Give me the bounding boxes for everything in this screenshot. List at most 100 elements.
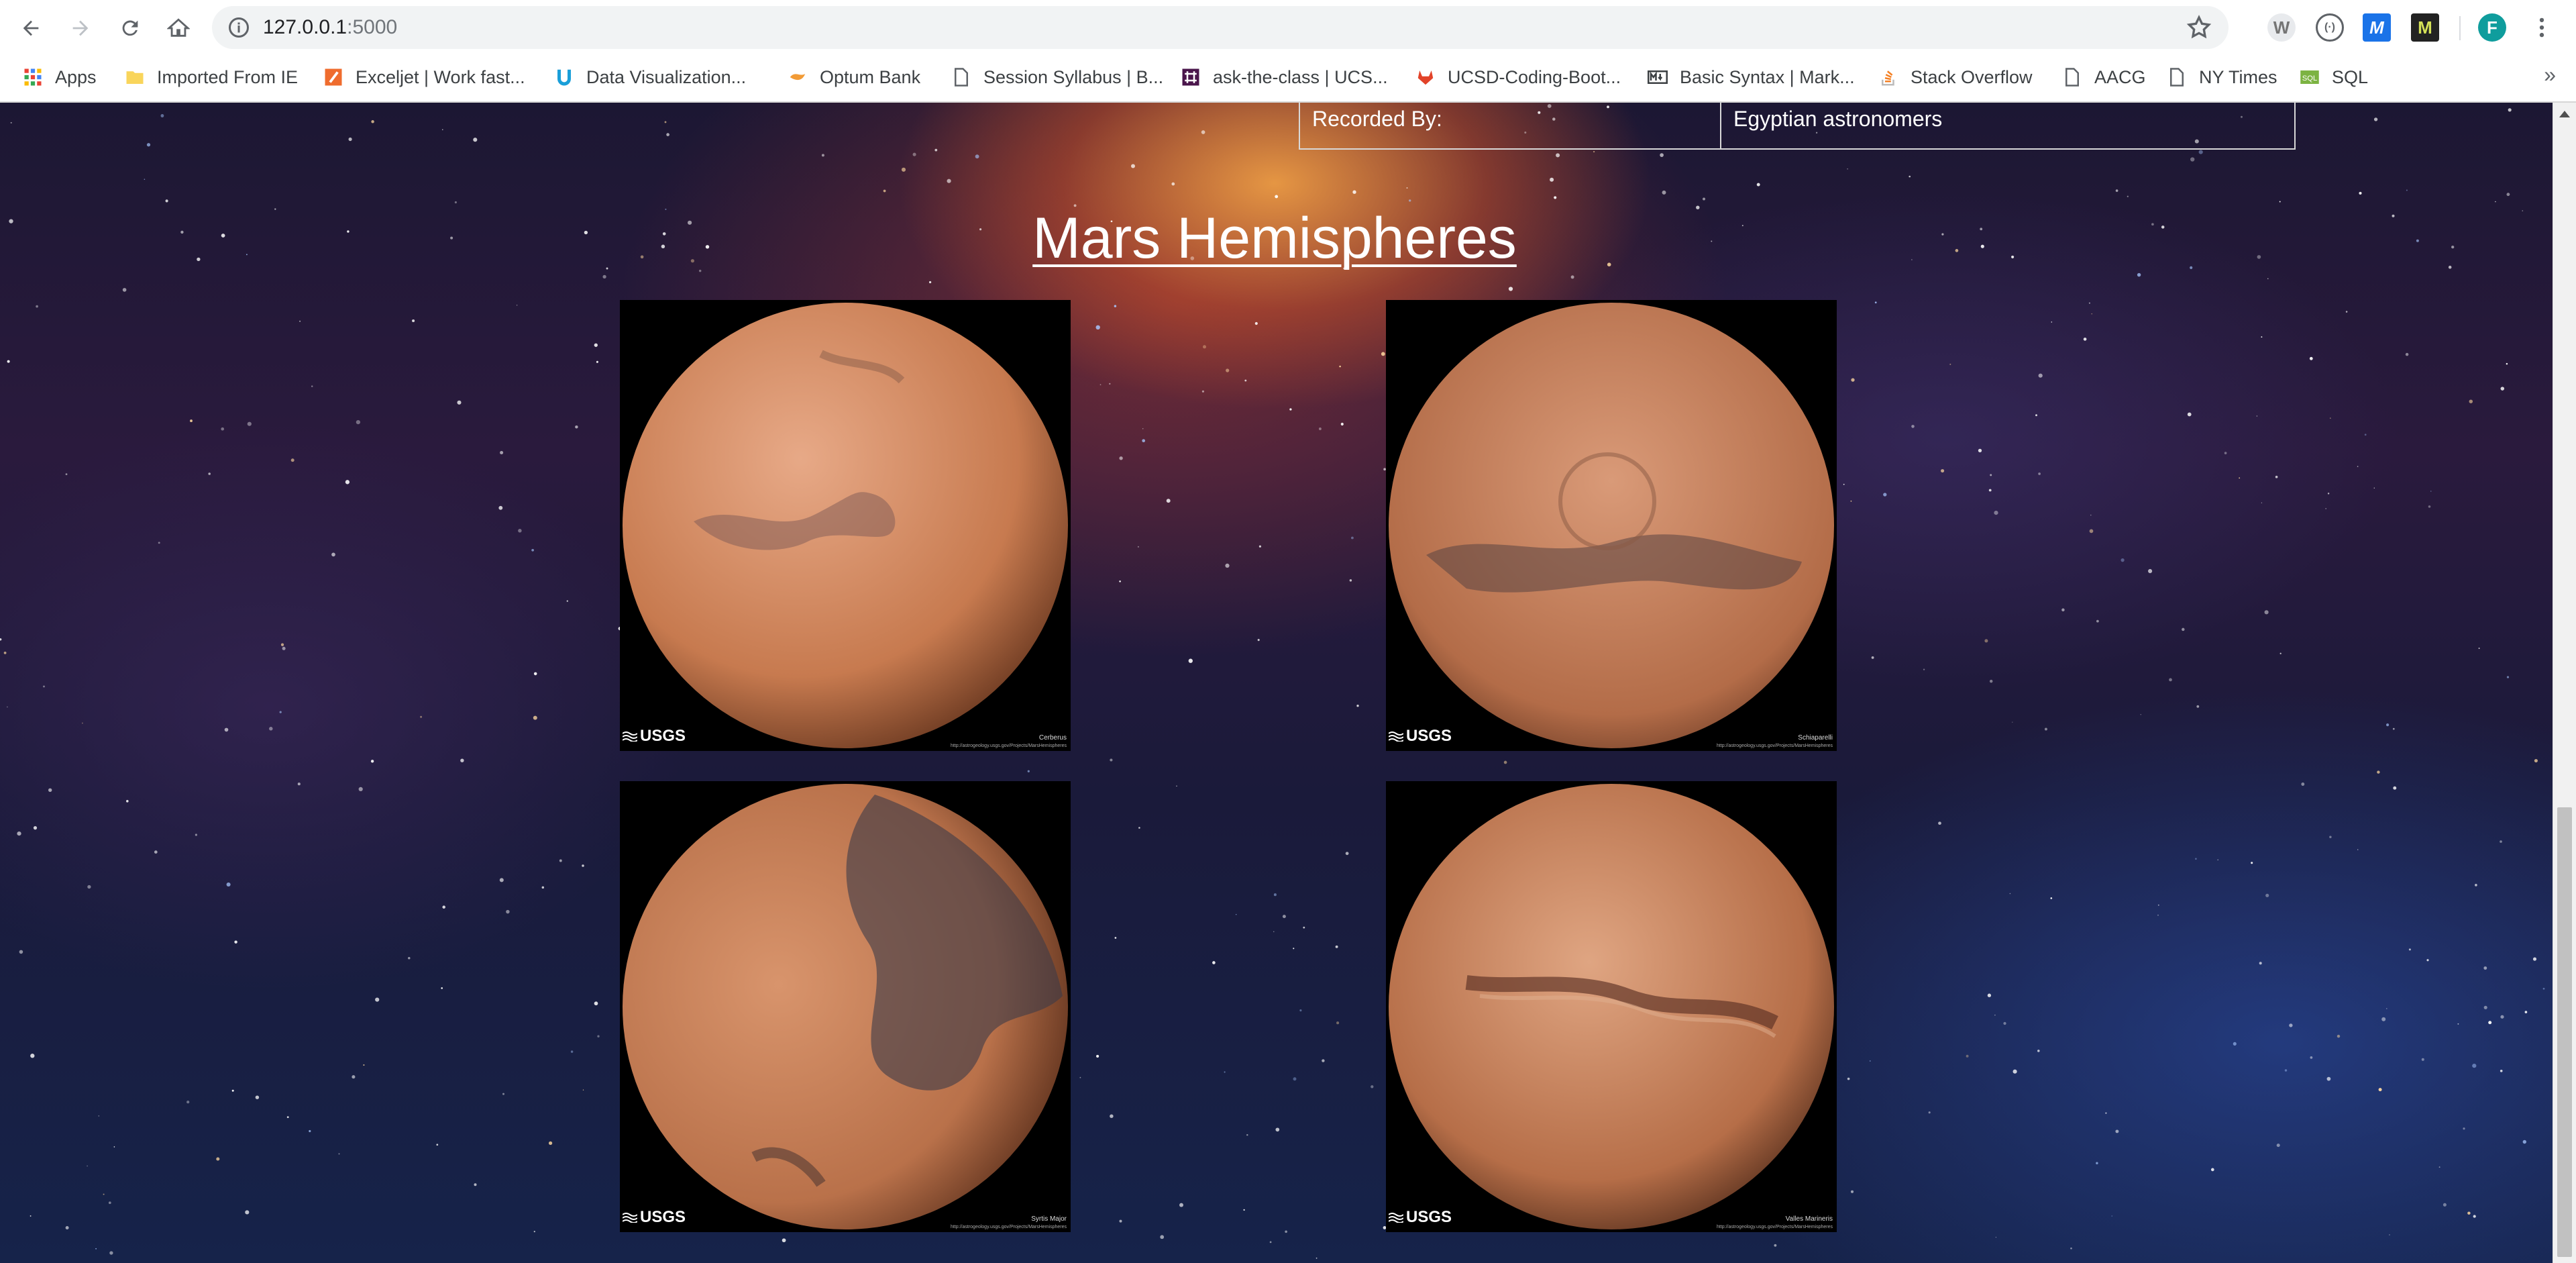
more-bookmarks-button[interactable]: » [2544,62,2556,87]
star [338,1153,340,1155]
hemisphere-card-cerberus[interactable]: USGS Cerberus http://astrogeology.usgs.g… [620,300,1071,751]
star [1137,546,1139,548]
star [1273,931,1275,932]
url-text[interactable]: 127.0.0.1:5000 [263,15,397,40]
star [2088,302,2090,304]
extension-w-icon[interactable]: W [2267,13,2296,42]
star [498,505,503,510]
star [2326,1076,2331,1081]
star [103,1193,105,1195]
star [2233,1042,2237,1046]
address-bar[interactable]: 127.0.0.1:5000 [212,6,2229,49]
star [2289,1023,2293,1027]
star [1949,363,1951,365]
star [1138,827,1140,829]
extension-m-yellow-icon[interactable]: M [2411,13,2439,42]
back-button[interactable] [13,11,48,46]
star [375,997,380,1002]
bookmark-basic-syntax[interactable]: Basic Syntax | Mark... [1648,62,1855,92]
reload-button[interactable] [113,11,148,46]
star [2089,529,2094,534]
bookmark-label: NY Times [2199,66,2277,87]
star [1303,926,1305,929]
bookmark-apps[interactable]: Apps [23,62,97,92]
star [1226,368,1230,372]
hemisphere-card-valles-marineris[interactable]: USGS Valles Marineris http://astrogeolog… [1386,781,1837,1232]
bookmark-label: Stack Overflow [1911,66,2033,87]
star [2070,1247,2072,1250]
star [2038,373,2043,378]
star [221,427,225,431]
star [2542,987,2545,990]
extension-circle-icon[interactable]: (·) [2316,13,2344,42]
star [1928,1111,1931,1114]
star [87,885,91,889]
hemisphere-url: http://astrogeology.usgs.gov/Projects/Ma… [1716,1225,1833,1229]
star [1851,378,1855,382]
star [2061,608,2065,612]
bookmark-imported-from-ie[interactable]: Imported From IE [125,62,298,92]
star [1774,1244,1777,1247]
usgs-text: USGS [1406,727,1452,745]
star [559,859,562,862]
bookmark-aacg[interactable]: AACG [2062,62,2146,92]
usgs-text: USGS [640,1208,686,1226]
star [1556,153,1560,158]
hemisphere-caption: Cerberus [1038,734,1067,742]
star [1244,379,1247,382]
extension-m-blue-icon[interactable]: M [2363,13,2391,42]
home-button[interactable] [161,11,196,46]
star [499,878,504,882]
star [533,1231,535,1233]
star [1978,448,1982,453]
star [65,1226,69,1229]
star [280,643,284,646]
star [2377,770,2380,774]
scroll-up-arrow-icon[interactable] [2559,111,2570,117]
star [928,281,932,284]
profile-avatar[interactable]: F [2478,13,2506,42]
vertical-scrollbar[interactable] [2553,103,2576,1263]
usgs-wave-icon [1389,1213,1403,1223]
star [1110,758,1113,762]
star [2506,676,2510,678]
star [2251,862,2253,864]
star [1994,511,1998,515]
usgs-logo: USGS [623,1208,686,1227]
hemisphere-card-syrtis-major[interactable]: USGS Syrtis Major http://astrogeology.us… [620,781,1071,1232]
star [594,1001,598,1006]
star [1871,656,1874,659]
star [2182,627,2185,632]
bookmark-ny-times[interactable]: NY Times [2167,62,2277,92]
star [65,473,68,476]
star [1254,321,1258,325]
bookmark-exceljet[interactable]: Exceljet | Work fast... [323,62,525,92]
scrollbar-thumb[interactable] [2557,807,2572,1257]
info-icon[interactable] [227,15,251,40]
bookmark-sql[interactable]: SQL SQL [2300,62,2368,92]
bookmark-stack-overflow[interactable]: Stack Overflow [1878,62,2033,92]
bookmark-session-syllabus[interactable]: Session Syllabus | B... [951,62,1163,92]
star [1316,1257,1318,1259]
star [548,1141,553,1146]
hemisphere-card-schiaparelli[interactable]: USGS Schiaparelli http://astrogeology.us… [1386,300,1837,751]
star [533,672,537,676]
star [2137,272,2141,277]
star [1273,893,1277,897]
star [2522,1140,2527,1144]
star [2500,387,2505,391]
bookmark-ask-the-class[interactable]: ask-the-class | UCS... [1181,62,1388,92]
star [901,167,906,172]
kebab-menu-icon[interactable] [2529,15,2555,40]
star [2096,1162,2098,1165]
star [247,421,252,426]
bookmark-optum-bank[interactable]: Optum Bank [788,62,920,92]
star [1406,187,1408,189]
page-content: Recorded By: Egyptian astronomers Mars H… [0,103,2576,1263]
bookmark-ucsd-coding-boot[interactable]: UCSD-Coding-Boot... [1415,62,1621,92]
star [2035,414,2037,417]
star [2157,914,2159,916]
star-icon[interactable] [2186,14,2212,41]
forward-button[interactable] [63,11,98,46]
bookmark-data-visualization[interactable]: Data Visualization... [554,62,746,92]
